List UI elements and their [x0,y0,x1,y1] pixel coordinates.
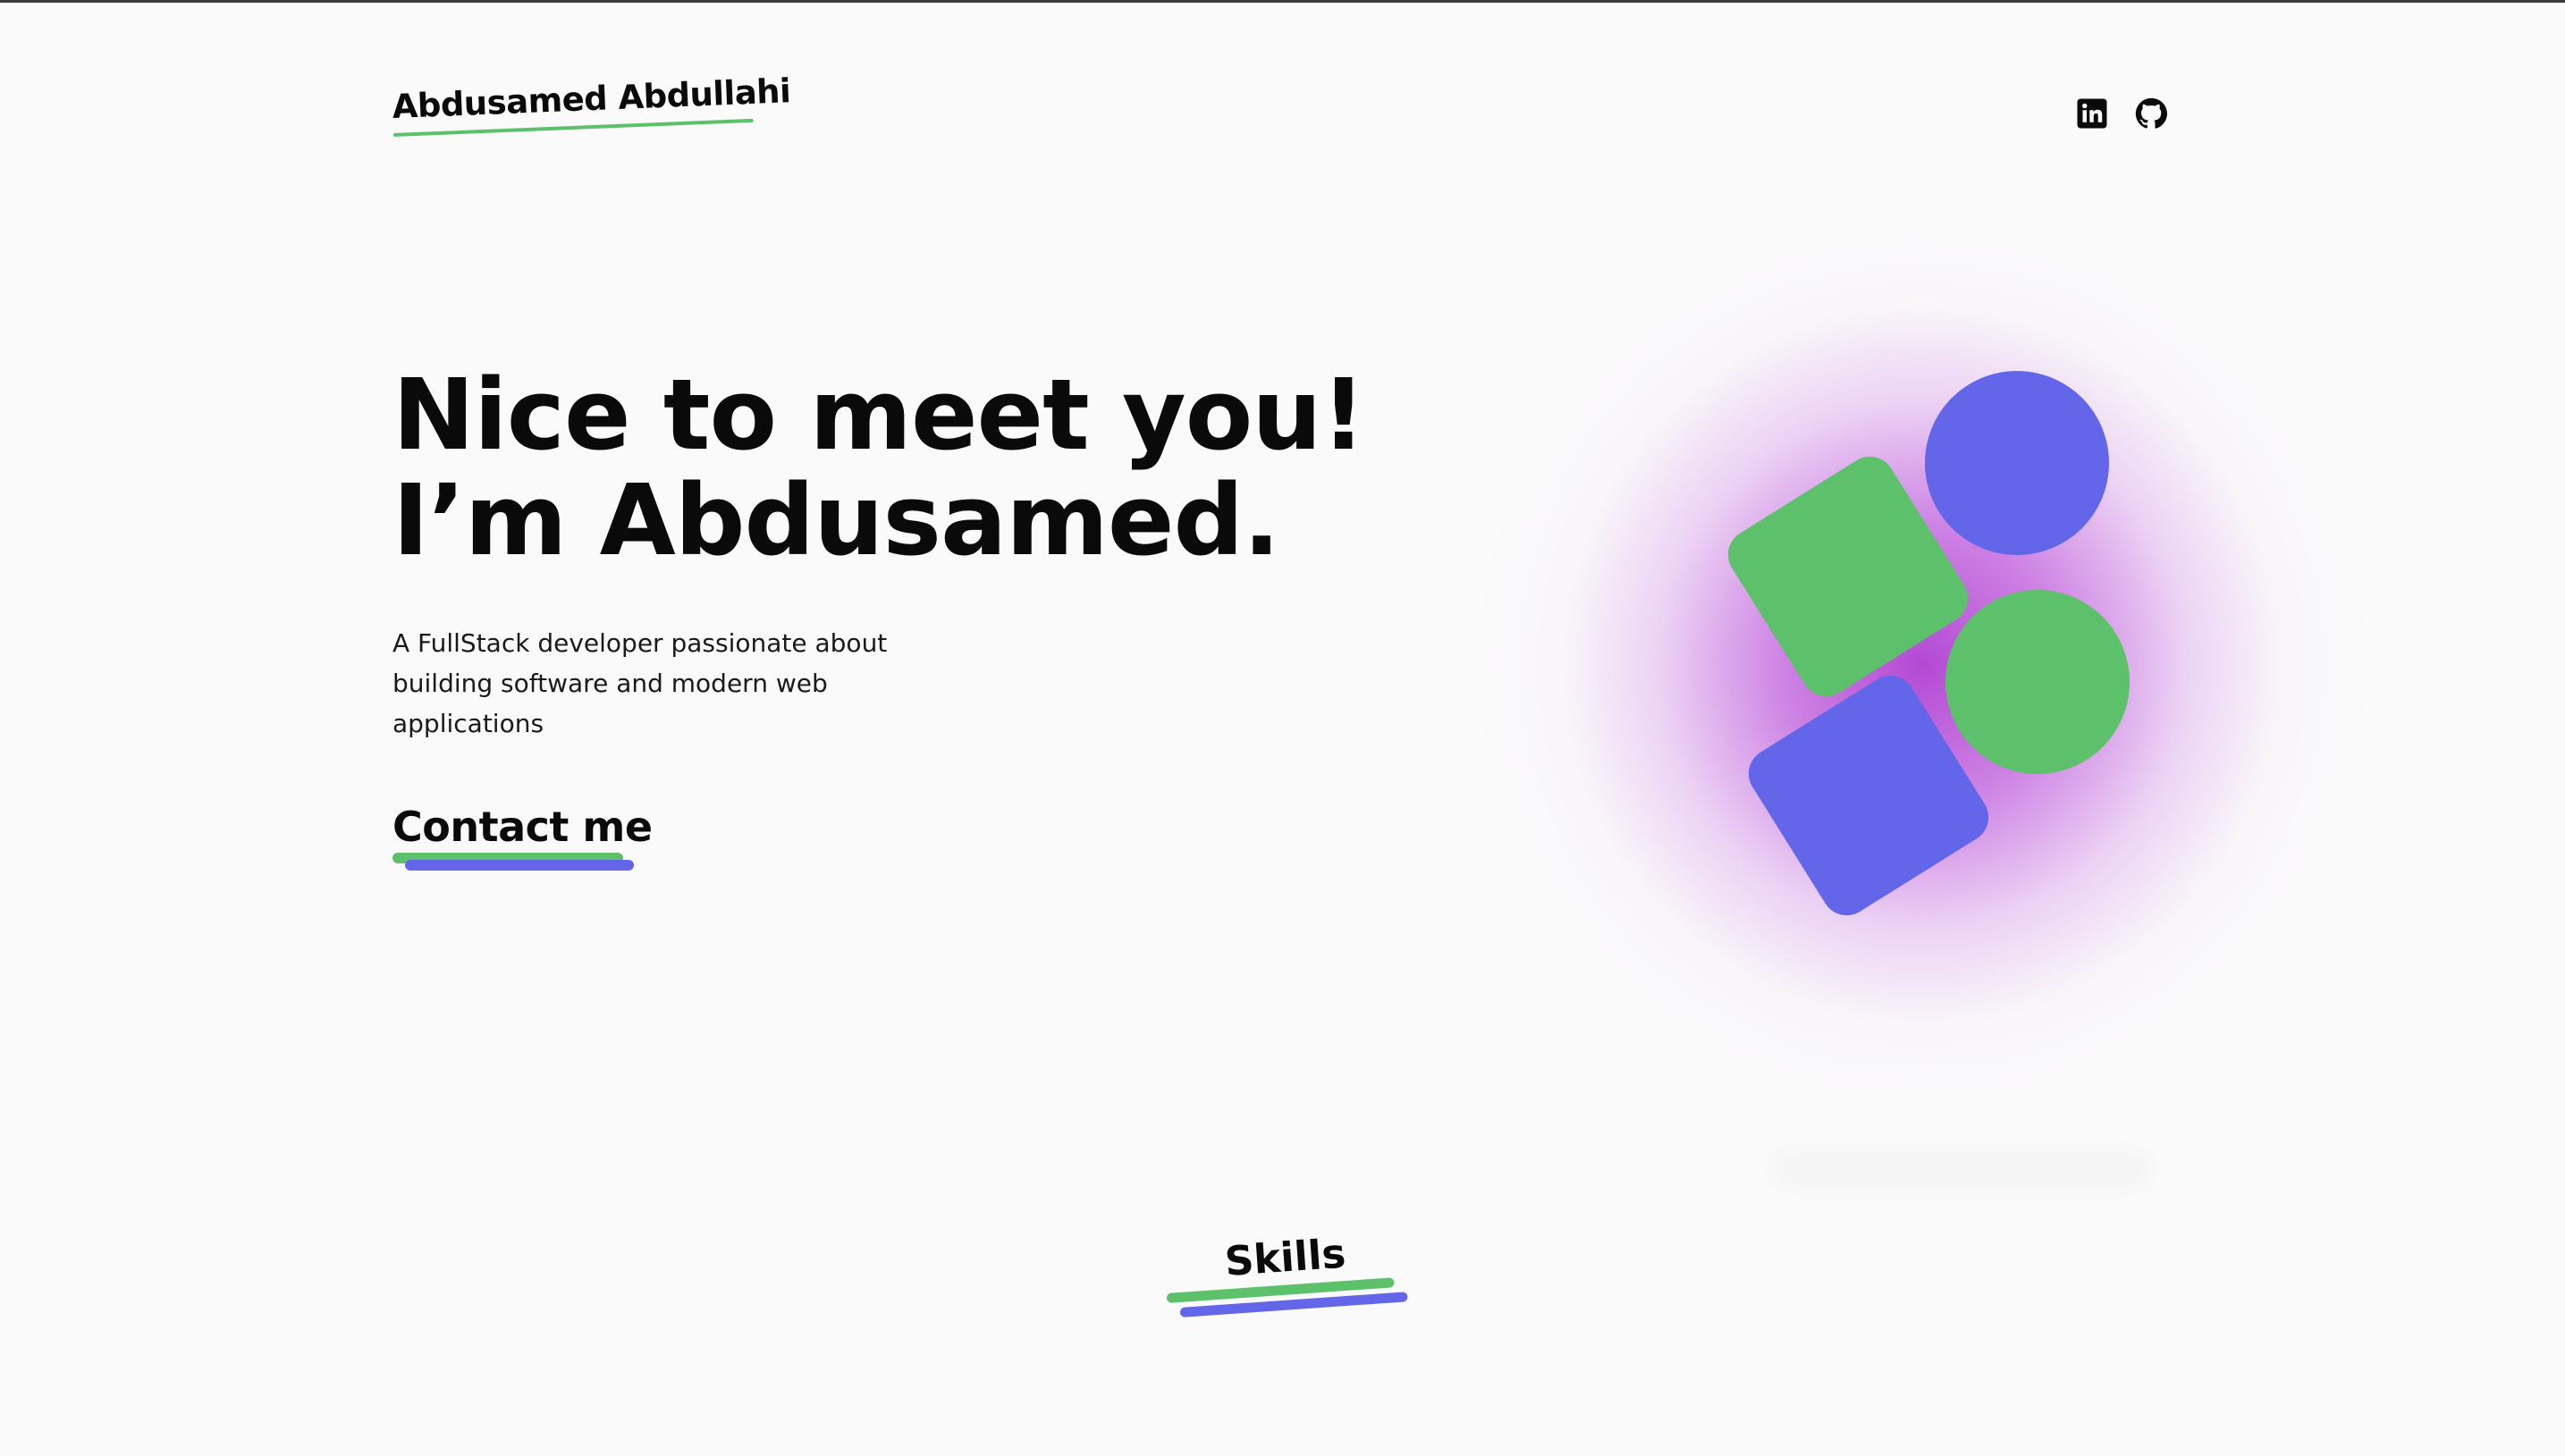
brand-link[interactable]: Abdusamed Abdullahi [392,72,792,137]
page: Abdusamed Abdullahi Nice to meet you! I’… [0,0,2565,1456]
hero-title: Nice to meet you! I’m Abdusamed. [392,362,1376,577]
github-icon [2135,97,2167,129]
github-link[interactable] [2134,97,2168,130]
contact-me-button[interactable]: Contact me [392,803,653,871]
site-header: Abdusamed Abdullahi [392,72,2168,150]
blue-circle [1925,371,2109,555]
linkedin-link[interactable] [2075,97,2109,130]
purple-glow [1430,215,2414,1153]
contact-underline-blue [405,860,634,871]
soft-shadow [1775,1153,2150,1185]
skills-heading: Skills [1162,1229,1413,1336]
linkedin-icon [2077,98,2107,129]
hero-title-line1: Nice to meet you! [392,358,1366,472]
contact-me-label: Contact me [392,803,653,851]
hero-section: Nice to meet you! I’m Abdusamed. A FullS… [392,362,1376,871]
hero-title-line2-wrap: I’m Abdusamed. [392,467,1280,577]
skills-label: Skills [1223,1229,1347,1285]
hero-illustration [1359,179,2503,1207]
hero-title-line2: I’m Abdusamed. [392,463,1280,577]
brand-name: Abdusamed Abdullahi [391,72,792,126]
hero-subtitle: A FullStack developer passionate about b… [392,628,888,738]
green-circle [1945,590,2130,774]
top-border [0,0,2565,3]
social-links [2075,97,2168,130]
